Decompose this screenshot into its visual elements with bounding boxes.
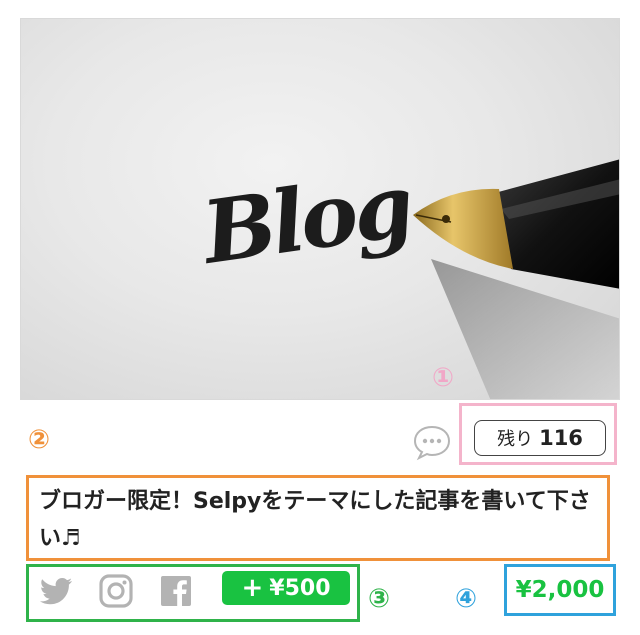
annotation-frame-title: ブロガー限定！Selpyをテーマにした記事を書いて下さい♬ — [26, 475, 610, 561]
hero-image[interactable]: Blog — [20, 18, 620, 400]
remaining-count: 116 — [539, 426, 583, 450]
facebook-icon[interactable] — [156, 571, 196, 611]
annotation-frame-price: ¥2,000 — [504, 564, 616, 616]
add-bonus-button[interactable]: + ¥500 — [222, 571, 350, 605]
price-value: ¥2,000 — [515, 577, 605, 603]
bonus-amount: ¥500 — [269, 575, 331, 601]
instagram-icon[interactable] — [96, 571, 136, 611]
remaining-label: 残り — [497, 429, 534, 450]
task-title[interactable]: ブロガー限定！Selpyをテーマにした記事を書いて下さい♬ — [39, 483, 597, 557]
twitter-icon[interactable] — [36, 571, 76, 611]
task-card[interactable]: Blog ① ② 残り 116 ブロガー限定！Selpyをテーマにした記事を書い… — [20, 18, 620, 630]
annotation-2: ② — [28, 425, 51, 455]
annotation-1: ① — [432, 363, 455, 393]
annotation-4: ④ — [455, 584, 478, 614]
annotation-3: ③ — [368, 584, 391, 614]
remaining-badge: 残り 116 — [474, 420, 606, 456]
comment-icon[interactable] — [412, 422, 452, 462]
plus-icon: + — [241, 573, 264, 603]
